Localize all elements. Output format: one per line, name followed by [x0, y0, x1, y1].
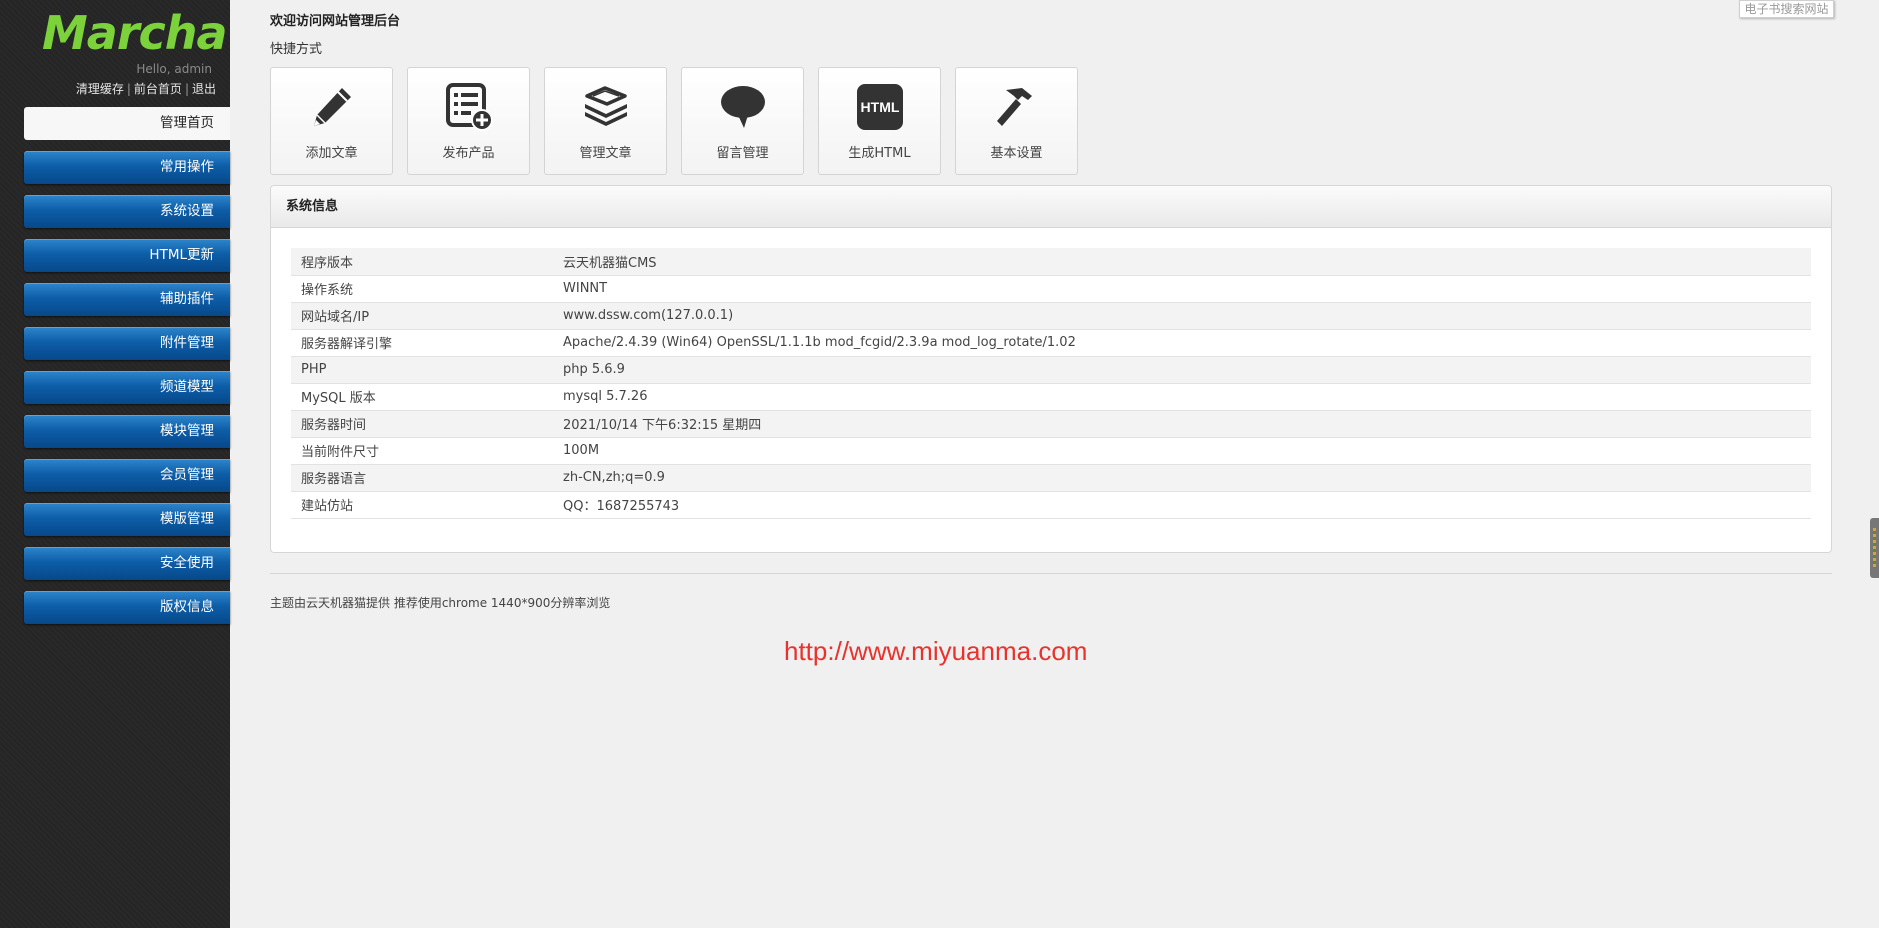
link-separator: | [185, 82, 189, 96]
html-icon: HTML [855, 82, 905, 132]
sidebar-item-members[interactable]: 会员管理 [24, 459, 230, 492]
shortcut-label: 生成HTML [819, 142, 940, 161]
info-value: 云天机器猫CMS [563, 248, 1811, 275]
info-key: MySQL 版本 [291, 383, 563, 410]
watermark-url: http://www.miyuanma.com [784, 636, 1087, 667]
table-row: MySQL 版本mysql 5.7.26 [291, 383, 1811, 410]
sidebar-item-plugins[interactable]: 辅助插件 [24, 283, 230, 316]
table-row: 服务器语言zh-CN,zh;q=0.9 [291, 464, 1811, 491]
info-value: WINNT [563, 275, 1811, 302]
system-info-table: 程序版本云天机器猫CMS 操作系统WINNT 网站域名/IPwww.dssw.c… [291, 248, 1811, 519]
sidebar-item-system-settings[interactable]: 系统设置 [24, 195, 230, 228]
sidebar-item-admin-home[interactable]: 管理首页 [24, 107, 230, 140]
info-value: 100M [563, 437, 1811, 464]
manage-articles-shortcut[interactable]: 管理文章 [544, 67, 667, 175]
info-value: php 5.6.9 [563, 356, 1811, 383]
info-value: 2021/10/14 下午6:32:15 星期四 [563, 410, 1811, 437]
table-row: 操作系统WINNT [291, 275, 1811, 302]
info-key: 操作系统 [291, 275, 563, 302]
messages-shortcut[interactable]: 留言管理 [681, 67, 804, 175]
scrollbar-handle[interactable] [1870, 518, 1879, 578]
info-value: www.dssw.com(127.0.0.1) [563, 302, 1811, 329]
info-key: 程序版本 [291, 248, 563, 275]
sidebar-item-attachments[interactable]: 附件管理 [24, 327, 230, 360]
generate-html-shortcut[interactable]: HTML 生成HTML [818, 67, 941, 175]
page-title: 欢迎访问网站管理后台 [270, 10, 400, 29]
logout-link[interactable]: 退出 [192, 82, 216, 96]
info-key: 当前附件尺寸 [291, 437, 563, 464]
html-icon-text: HTML [861, 99, 900, 115]
table-row: 网站域名/IPwww.dssw.com(127.0.0.1) [291, 302, 1811, 329]
list-add-icon [444, 82, 494, 132]
shortcut-label: 发布产品 [408, 142, 529, 161]
info-value: Apache/2.4.39 (Win64) OpenSSL/1.1.1b mod… [563, 329, 1811, 356]
stack-icon [581, 82, 631, 132]
sidebar-item-security[interactable]: 安全使用 [24, 547, 230, 580]
shortcut-label: 留言管理 [682, 142, 803, 161]
info-key: PHP [291, 356, 563, 383]
shortcut-label: 添加文章 [271, 142, 392, 161]
sidebar-nav: 管理首页 常用操作 系统设置 HTML更新 辅助插件 附件管理 频道模型 模块管… [24, 107, 230, 635]
sidebar-item-html-update[interactable]: HTML更新 [24, 239, 230, 272]
pencil-icon [307, 82, 357, 132]
logo: Marcha [42, 6, 227, 60]
sidebar-item-channel-models[interactable]: 频道模型 [24, 371, 230, 404]
table-row: 服务器解译引擎Apache/2.4.39 (Win64) OpenSSL/1.1… [291, 329, 1811, 356]
hammer-icon [992, 82, 1042, 132]
footer-divider [270, 573, 1832, 574]
shortcuts-heading: 快捷方式 [270, 38, 322, 57]
basic-settings-shortcut[interactable]: 基本设置 [955, 67, 1078, 175]
sidebar: Marcha Hello, admin 清理缓存|前台首页|退出 管理首页 常用… [0, 0, 230, 928]
table-row: 服务器时间2021/10/14 下午6:32:15 星期四 [291, 410, 1811, 437]
sidebar-item-common-operations[interactable]: 常用操作 [24, 151, 230, 184]
frontend-home-link[interactable]: 前台首页 [134, 82, 182, 96]
add-article-shortcut[interactable]: 添加文章 [270, 67, 393, 175]
scrollbar-track[interactable] [1865, 0, 1879, 928]
info-key: 服务器语言 [291, 464, 563, 491]
info-key: 建站仿站 [291, 491, 563, 518]
clear-cache-link[interactable]: 清理缓存 [76, 82, 124, 96]
table-row: 建站仿站QQ：1687255743 [291, 491, 1811, 518]
table-row: PHPphp 5.6.9 [291, 356, 1811, 383]
table-row: 程序版本云天机器猫CMS [291, 248, 1811, 275]
sidebar-item-modules[interactable]: 模块管理 [24, 415, 230, 448]
info-value: QQ：1687255743 [563, 491, 1811, 518]
info-key: 服务器时间 [291, 410, 563, 437]
greeting: Hello, admin [136, 62, 212, 76]
sidebar-item-copyright[interactable]: 版权信息 [24, 591, 230, 624]
footer-text: 主题由云天机器猫提供 推荐使用chrome 1440*900分辨率浏览 [270, 594, 610, 611]
system-info-title: 系统信息 [271, 186, 1831, 228]
link-separator: | [127, 82, 131, 96]
publish-product-shortcut[interactable]: 发布产品 [407, 67, 530, 175]
info-key: 网站域名/IP [291, 302, 563, 329]
sidebar-item-templates[interactable]: 模版管理 [24, 503, 230, 536]
shortcuts: 添加文章 发布产品 管理文章 [270, 67, 1092, 175]
info-value: zh-CN,zh;q=0.9 [563, 464, 1811, 491]
table-row: 当前附件尺寸100M [291, 437, 1811, 464]
shortcut-label: 管理文章 [545, 142, 666, 161]
shortcut-label: 基本设置 [956, 142, 1077, 161]
system-info-panel: 系统信息 程序版本云天机器猫CMS 操作系统WINNT 网站域名/IPwww.d… [270, 185, 1832, 553]
speech-bubble-icon [718, 82, 768, 132]
info-key: 服务器解译引擎 [291, 329, 563, 356]
info-value: mysql 5.7.26 [563, 383, 1811, 410]
search-tooltip[interactable]: 电子书搜索网站 [1739, 0, 1834, 18]
quick-links: 清理缓存|前台首页|退出 [76, 80, 216, 97]
